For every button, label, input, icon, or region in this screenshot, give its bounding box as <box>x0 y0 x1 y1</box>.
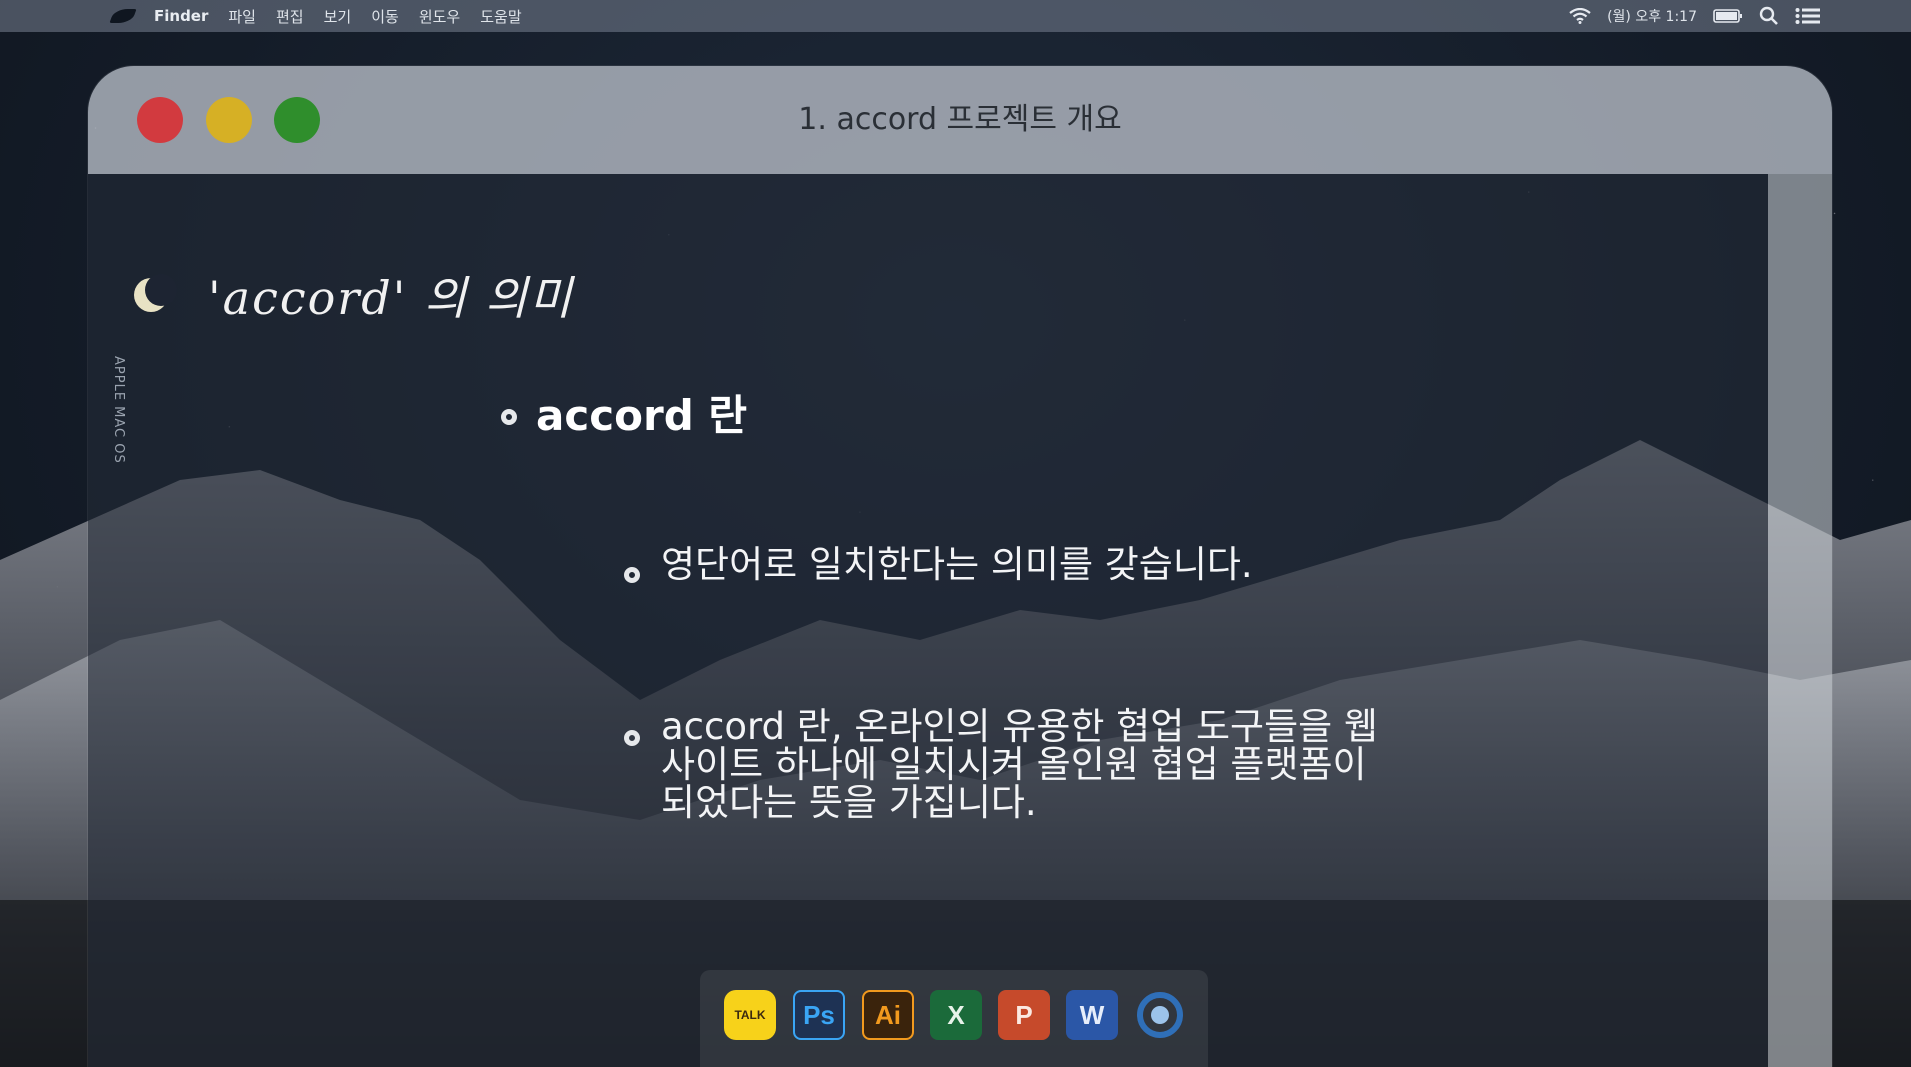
menu-file[interactable]: 파일 <box>228 6 256 27</box>
menu-clock[interactable]: (월) 오후 1:17 <box>1607 6 1697 26</box>
menu-app-name[interactable]: Finder <box>154 7 208 25</box>
menu-view[interactable]: 보기 <box>324 6 352 27</box>
illustrator-icon[interactable]: Ai <box>862 990 914 1040</box>
paragraph-2-line-3: 되었다는 뜻을 가집니다. <box>661 781 1037 824</box>
powerpoint-icon[interactable]: P <box>998 990 1050 1040</box>
kakaotalk-icon[interactable]: TALK <box>724 990 776 1040</box>
menu-go[interactable]: 이동 <box>371 6 399 27</box>
paragraph-1: 영단어로 일치한다는 의미를 갖습니다. <box>661 543 1253 586</box>
window-title: 1. accord 프로젝트 개요 <box>798 102 1122 137</box>
menu-edit[interactable]: 편집 <box>276 6 304 27</box>
slide-heading: accord 란 <box>536 391 748 440</box>
photoshop-label: Ps <box>803 999 835 1030</box>
kakaotalk-label: TALK <box>734 1008 766 1022</box>
presentation-window: 1. accord 프로젝트 개요 'accord' 의 의미 APPLE MA… <box>88 66 1832 1067</box>
paragraph-2: accord 란, 온라인의 유용한 협업 도구들을 웹 사이트 하나에 일치시… <box>661 708 1378 822</box>
menu-help[interactable]: 도움말 <box>480 6 521 27</box>
word-label: W <box>1079 999 1105 1030</box>
excel-label: X <box>947 999 965 1030</box>
dock: TALK Ps Ai X P W <box>700 970 1208 1067</box>
paragraph-2-line-2: 사이트 하나에 일치시켜 올인원 협업 플랫폼이 <box>661 743 1367 786</box>
menu-bar: Finder 파일 편집 보기 이동 윈도우 도움말 (월) 오후 1:17 <box>0 0 1911 32</box>
moon-icon <box>134 274 177 312</box>
app-logo-icon[interactable] <box>109 9 137 23</box>
search-icon[interactable] <box>1759 6 1779 26</box>
slide-content: 'accord' 의 의미 APPLE MAC OS accord 란 영단어로… <box>88 174 1768 1067</box>
list-icon[interactable] <box>1795 7 1821 25</box>
bullet-paragraph-1 <box>624 567 640 583</box>
window-titlebar[interactable]: 1. accord 프로젝트 개요 <box>88 66 1832 174</box>
illustrator-label: Ai <box>875 999 901 1030</box>
photoshop-icon[interactable]: Ps <box>793 990 845 1040</box>
word-icon[interactable]: W <box>1066 990 1118 1040</box>
bullet-heading <box>501 409 517 425</box>
paragraph-2-line-1: accord 란, 온라인의 유용한 협업 도구들을 웹 <box>661 705 1378 748</box>
scrollbar[interactable] <box>1768 174 1832 1067</box>
powerpoint-label: P <box>1015 999 1033 1030</box>
section-title: 'accord' 의 의미 <box>208 271 574 325</box>
excel-icon[interactable]: X <box>930 990 982 1040</box>
chrome-ring <box>1137 992 1183 1038</box>
menu-window[interactable]: 윈도우 <box>419 6 460 27</box>
bullet-paragraph-2 <box>624 730 640 746</box>
wifi-icon[interactable] <box>1569 8 1591 24</box>
side-label: APPLE MAC OS <box>111 356 126 464</box>
chrome-icon[interactable] <box>1134 990 1186 1040</box>
battery-icon[interactable] <box>1713 8 1743 24</box>
